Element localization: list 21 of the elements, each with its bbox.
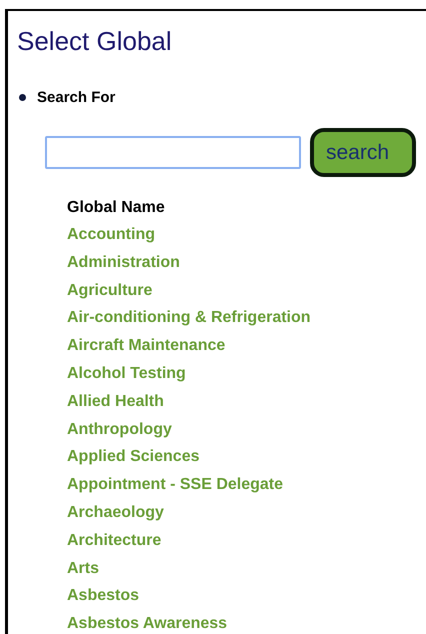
bullet-icon bbox=[19, 94, 26, 101]
global-name-link[interactable]: Applied Sciences bbox=[67, 443, 200, 472]
global-name-link[interactable]: Agriculture bbox=[67, 276, 152, 304]
search-label: Search For bbox=[37, 89, 116, 106]
global-name-link[interactable]: Asbestos bbox=[67, 582, 140, 610]
global-name-link[interactable]: Appointment - SSE Delegate bbox=[67, 471, 284, 499]
global-name-link[interactable]: Archaeology bbox=[67, 498, 164, 527]
global-name-link[interactable]: Accounting bbox=[67, 221, 155, 249]
global-name-link[interactable]: Arts bbox=[67, 554, 100, 582]
global-name-link[interactable]: Asbestos Awareness bbox=[67, 610, 228, 634]
global-name-link[interactable]: Allied Health bbox=[67, 388, 164, 416]
search-button[interactable]: search bbox=[310, 128, 416, 177]
global-name-link[interactable]: Alcohol Testing bbox=[67, 360, 186, 388]
global-name-link[interactable]: Anthropology bbox=[67, 416, 172, 444]
column-heading: Global Name bbox=[67, 198, 165, 218]
dialog-title: Select Global bbox=[17, 25, 172, 57]
global-name-link[interactable]: Air-conditioning & Refrigeration bbox=[67, 304, 311, 332]
global-name-link[interactable]: Aircraft Maintenance bbox=[67, 332, 226, 360]
global-name-link[interactable]: Administration bbox=[67, 248, 180, 277]
search-field[interactable] bbox=[45, 136, 301, 169]
global-name-link[interactable]: Architecture bbox=[67, 526, 162, 555]
